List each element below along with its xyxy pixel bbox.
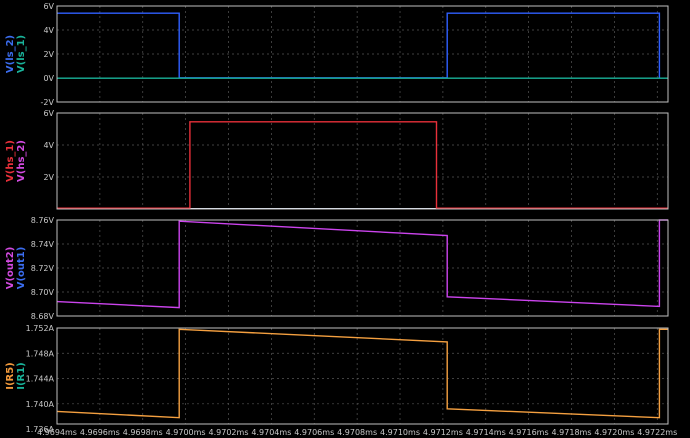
y-label-i-r1-: I(R1) xyxy=(16,362,27,390)
x-tick-label: 4.9698ms xyxy=(123,428,163,437)
trace-i-r5- xyxy=(56,328,668,419)
x-tick-label: 4.9710ms xyxy=(380,428,420,437)
y-tick-label: -2V xyxy=(41,98,55,107)
y-tick-label: 8.76V xyxy=(31,216,55,225)
y-label-v-ls-2-: V(ls_2) xyxy=(5,35,16,73)
x-tick-label: 4.9704ms xyxy=(251,428,291,437)
x-tick-label: 4.9696ms xyxy=(80,428,120,437)
x-tick-label: 4.9720ms xyxy=(594,428,634,437)
y-label-i-r5-: I(R5) xyxy=(5,362,16,390)
y-tick-label: 4V xyxy=(43,141,54,150)
y-tick-label: 4V xyxy=(43,26,54,35)
x-tick-label: 4.9700ms xyxy=(166,428,206,437)
pane-frame xyxy=(56,112,669,210)
y-tick-label: 1.744A xyxy=(26,375,55,384)
y-axis-label: V(out2)V(out1) xyxy=(5,247,27,290)
trace-v-ls-2- xyxy=(57,12,661,79)
y-label-v-out2-: V(out2) xyxy=(5,247,16,290)
y-tick-label: 1.752A xyxy=(26,324,55,333)
y-axis-label: V(hs_1)V(hs_2) xyxy=(5,140,27,182)
y-tick-label: 8.74V xyxy=(31,240,55,249)
pane-3: 8.76V 8.74V 8.72V 8.70V 8.68V V(out2)V(out1) xyxy=(5,216,669,321)
y-label-v-out1-: V(out1) xyxy=(16,247,27,290)
trace-v-hs-1- xyxy=(57,121,668,209)
y-tick-label: 1.748A xyxy=(26,349,55,358)
x-tick-label: 4.9722ms xyxy=(637,428,677,437)
pane-4: 1.752A1.748A1.744A1.740A1.736AI(R5)I(R1) xyxy=(5,324,669,434)
x-tick-label: 4.9694ms xyxy=(37,428,77,437)
x-tick-label: 4.9702ms xyxy=(209,428,249,437)
y-tick-label: 2V xyxy=(43,50,54,59)
pane-1: 6V 4V 2V 0V -2V V(ls_2)V(ls_1) xyxy=(5,2,669,107)
y-axis-label: I(R5)I(R1) xyxy=(5,362,27,390)
y-tick-label: 8.70V xyxy=(31,288,55,297)
y-tick-label: 8.72V xyxy=(31,264,55,273)
y-label-v-hs-1-: V(hs_1) xyxy=(5,140,16,182)
y-tick-label: 0V xyxy=(43,74,54,83)
y-label-v-hs-2-: V(hs_2) xyxy=(16,140,27,182)
y-axis-label: V(ls_2)V(ls_1) xyxy=(5,35,27,73)
y-tick-label: 2V xyxy=(43,173,54,182)
x-tick-label: 4.9714ms xyxy=(466,428,506,437)
y-tick-label: 1.740A xyxy=(26,400,55,409)
x-tick-label: 4.9708ms xyxy=(337,428,377,437)
x-tick-label: 4.9706ms xyxy=(294,428,334,437)
y-label-v-ls-1-: V(ls_1) xyxy=(16,35,27,73)
x-tick-label: 4.9712ms xyxy=(423,428,463,437)
y-tick-label: 8.68V xyxy=(31,312,55,321)
pane-2: 6V 4V 2V V(hs_1)V(hs_2) xyxy=(5,109,669,210)
x-tick-label: 4.9716ms xyxy=(509,428,549,437)
waveform-plot: 6V4V2V0V-2VV(ls_2)V(ls_1)6V4V2VV(hs_1)V(… xyxy=(5,2,677,437)
pane-frame xyxy=(56,327,669,425)
y-tick-label: 6V xyxy=(43,109,54,118)
x-tick-label: 4.9718ms xyxy=(552,428,592,437)
trace-v-out2- xyxy=(56,219,668,309)
y-tick-label: 6V xyxy=(43,2,54,11)
